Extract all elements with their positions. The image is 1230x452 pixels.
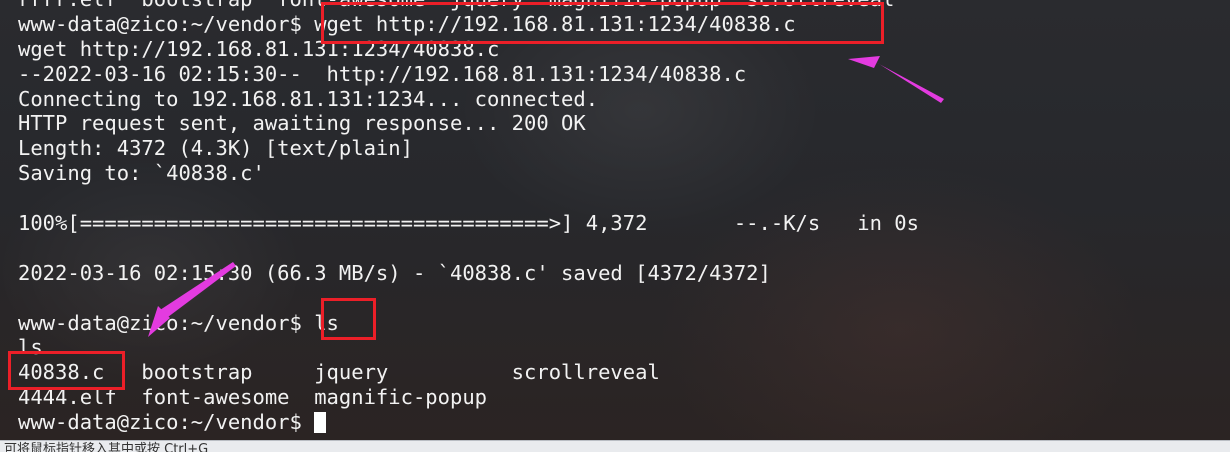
terminal-line-length: Length: 4372 (4.3K) [text/plain] [18, 136, 413, 161]
terminal-line-listing-1: 40838.c bootstrap jquery scrollreveal [18, 360, 660, 385]
prompt-text: www-data@zico:~/vendor$ [18, 410, 315, 435]
terminal-line-http-response: HTTP request sent, awaiting response... … [18, 111, 586, 136]
terminal-line-saving-to: Saving to: `40838.c' [18, 161, 265, 186]
highlight-box-ls-command [321, 298, 376, 340]
highlight-box-wget-command [321, 2, 884, 44]
terminal-line-listing-2: 4444.elf font-awesome magnific-popup [18, 385, 487, 410]
terminal-line-saved: 2022-03-16 02:15:30 (66.3 MB/s) - `40838… [18, 260, 771, 285]
highlight-box-40838-file [8, 351, 125, 390]
terminal-line-timestamp: --2022-03-16 02:15:30-- http://192.168.8… [18, 61, 747, 86]
terminal-line-ls-command: www-data@zico:~/vendor$ ls [18, 310, 339, 335]
terminal-line-ls-echo: ls [18, 335, 43, 360]
terminal-line-prompt: www-data@zico:~/vendor$ [18, 410, 919, 435]
terminal-line-progress: 100%[===================================… [18, 211, 919, 236]
text-cursor [314, 412, 327, 434]
status-bar: 可将鼠标指针移入其中或按 Ctrl+G [0, 440, 1230, 452]
terminal-window[interactable]: rrrr.elf bootstrap font-awesome jquery m… [0, 0, 1230, 440]
status-bar-text: 可将鼠标指针移入其中或按 Ctrl+G [4, 442, 209, 452]
terminal-line-connecting: Connecting to 192.168.81.131:1234... con… [18, 86, 599, 111]
terminal-output: rrrr.elf bootstrap font-awesome jquery m… [18, 0, 919, 435]
